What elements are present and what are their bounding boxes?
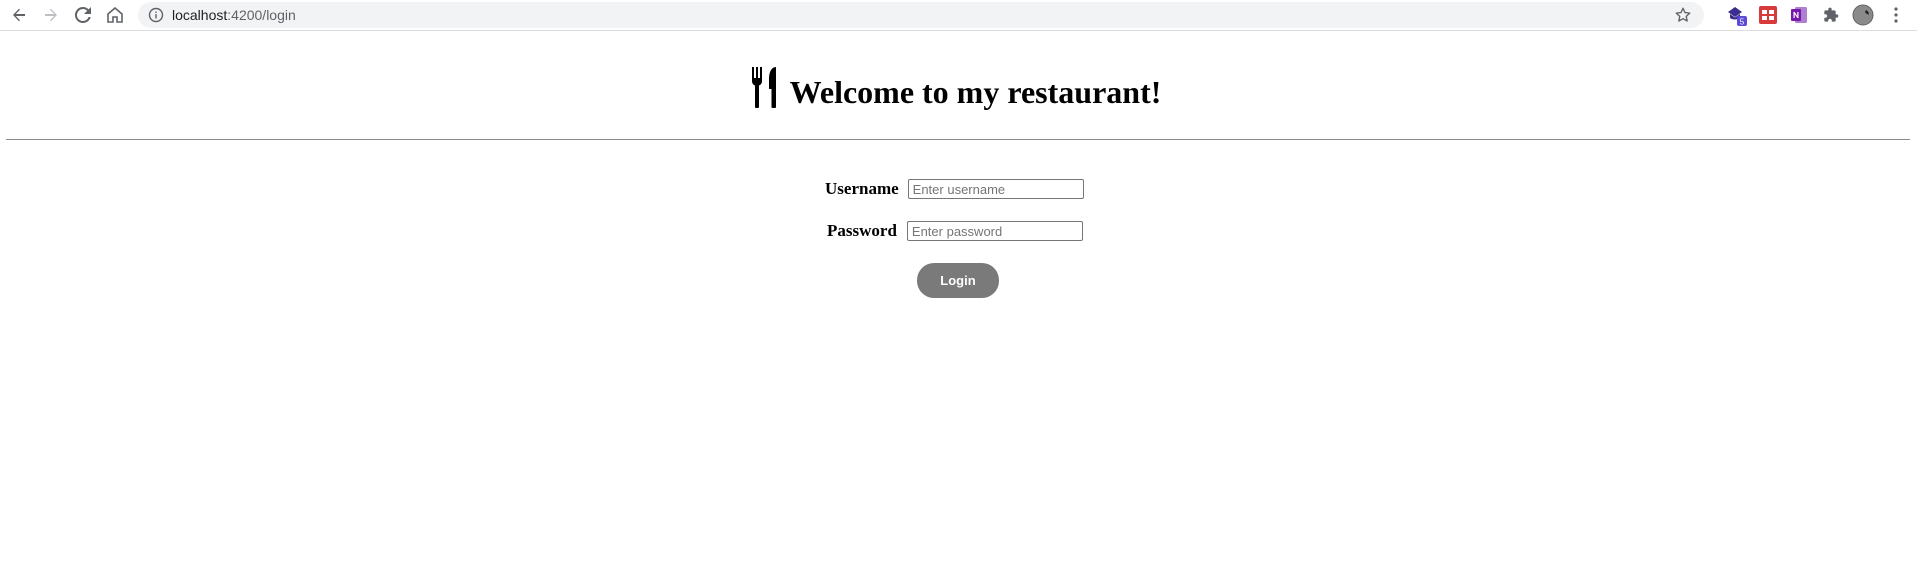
extensions-button[interactable] — [1820, 4, 1842, 26]
teams-icon: 5 — [1728, 7, 1747, 27]
bookmark-star-icon[interactable] — [1674, 6, 1692, 24]
info-icon[interactable] — [148, 7, 164, 23]
back-button[interactable] — [7, 3, 31, 27]
address-bar[interactable]: localhost:4200/login — [138, 2, 1704, 28]
teams-extension-button[interactable]: 5 — [1726, 4, 1748, 26]
profile-avatar — [1852, 4, 1874, 26]
reload-button[interactable] — [71, 3, 95, 27]
fork-knife-icon — [751, 67, 776, 108]
password-row: Password — [827, 221, 1083, 241]
calendar-extension-button[interactable] — [1757, 4, 1779, 26]
teams-badge: 5 — [1740, 18, 1745, 27]
page-header: Welcome to my restaurant! — [0, 31, 1917, 111]
arrow-left-icon — [13, 8, 25, 22]
profile-button[interactable] — [1852, 4, 1874, 26]
username-label: Username — [825, 179, 899, 198]
browser-menu-button[interactable] — [1885, 4, 1907, 26]
home-icon — [107, 7, 123, 23]
url-text[interactable]: localhost:4200/login — [172, 2, 296, 28]
onenote-extension-button[interactable] — [1788, 4, 1810, 26]
username-row: Username — [825, 179, 1084, 199]
url-host: localhost — [172, 7, 228, 23]
home-button[interactable] — [103, 3, 127, 27]
username-input[interactable] — [907, 179, 1084, 199]
password-label: Password — [827, 221, 897, 240]
login-button[interactable]: Login — [917, 263, 999, 298]
page-title: Welcome to my restaurant! — [789, 74, 1162, 110]
url-path: :4200/login — [227, 7, 296, 23]
arrow-right-icon — [45, 8, 57, 22]
kebab-menu-icon — [1894, 7, 1898, 23]
password-input[interactable] — [906, 221, 1083, 241]
page-header-inner: Welcome to my restaurant! — [751, 67, 1162, 110]
reload-icon — [75, 7, 91, 23]
onenote-icon — [1791, 7, 1807, 23]
puzzle-icon — [1824, 7, 1839, 22]
header-divider — [6, 139, 1910, 140]
forward-button[interactable] — [39, 3, 63, 27]
calendar-extension-icon — [1759, 6, 1777, 24]
browser-toolbar: localhost:4200/login 5 — [0, 0, 1917, 31]
